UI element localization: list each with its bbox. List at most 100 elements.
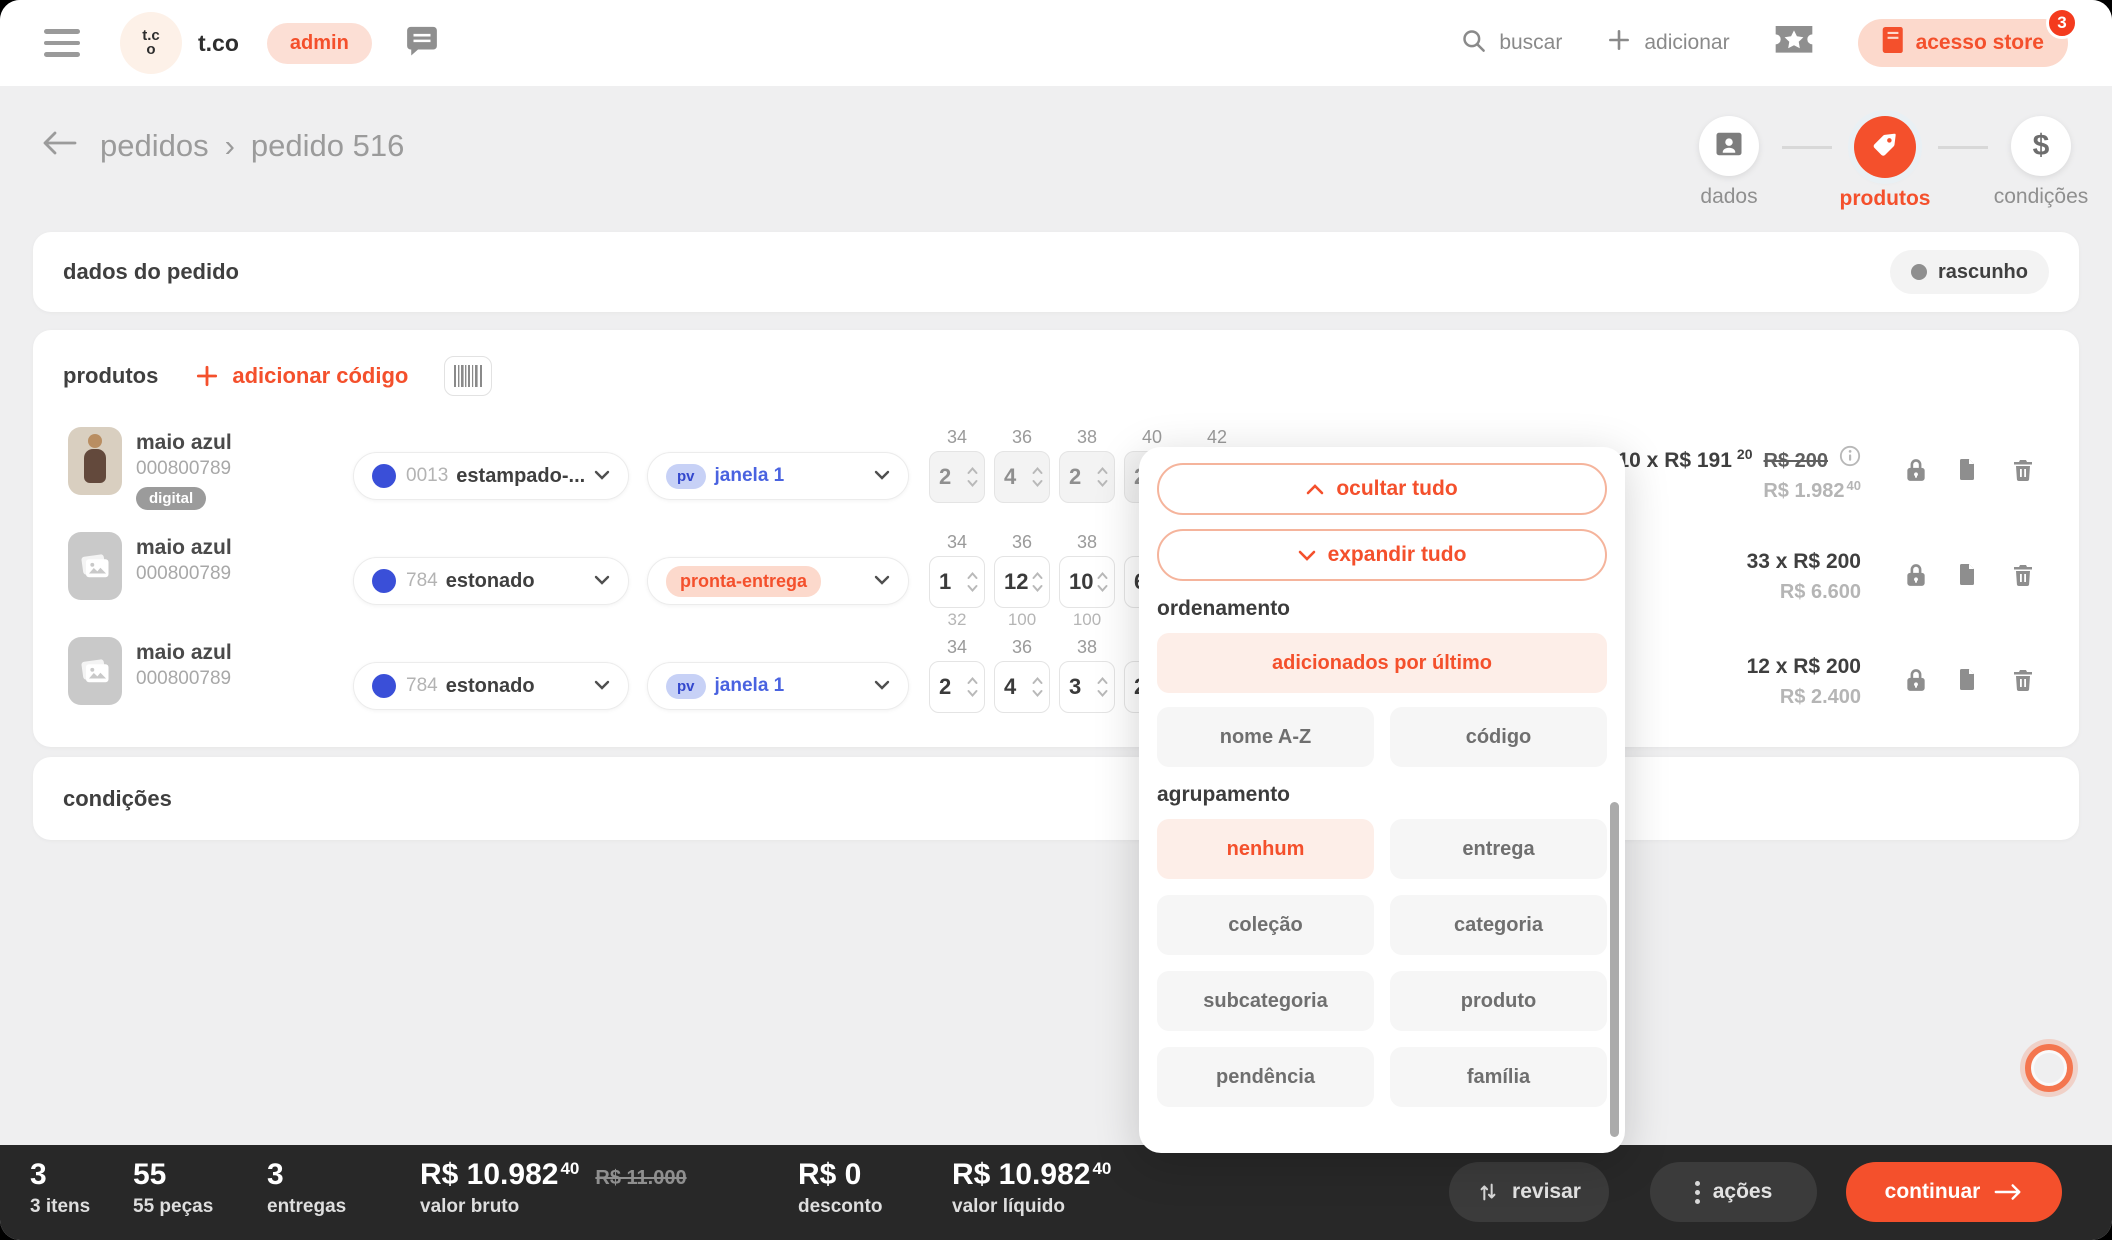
lock-button[interactable]	[1903, 455, 1929, 488]
quantity-stepper[interactable]: 3	[1059, 661, 1115, 713]
add-code-button[interactable]: adicionar código	[194, 363, 408, 389]
product-thumbnail[interactable]	[68, 427, 122, 495]
stat-label: valor bruto	[420, 1196, 687, 1218]
chat-icon[interactable]	[404, 24, 440, 63]
info-icon[interactable]	[1839, 445, 1861, 473]
store-access-label: acesso store	[1916, 31, 2044, 55]
stat-label: entregas	[267, 1196, 346, 1218]
step-dados-label: dados	[1700, 185, 1757, 209]
review-button[interactable]: revisar	[1449, 1162, 1609, 1222]
trash-button[interactable]	[2011, 665, 2035, 698]
color-swatch-icon	[372, 464, 396, 488]
admin-badge: admin	[267, 23, 372, 64]
conditions-title: condições	[63, 786, 172, 812]
trash-button[interactable]	[2011, 560, 2035, 593]
variant-select[interactable]: 0013 estampado-...	[353, 452, 629, 500]
ticket-star-icon[interactable]	[1774, 24, 1814, 63]
store-access-button[interactable]: acesso store 3	[1858, 19, 2068, 67]
unit-price: 12 x R$ 200	[1747, 655, 1861, 679]
product-thumbnail-placeholder[interactable]	[68, 637, 122, 705]
group-option-colecao[interactable]: coleção	[1157, 895, 1374, 955]
stepper-arrows-icon	[966, 464, 979, 490]
product-thumbnail-placeholder[interactable]	[68, 532, 122, 600]
trash-button[interactable]	[2011, 455, 2035, 488]
chevron-down-icon	[874, 677, 890, 695]
popover-scrollbar[interactable]	[1610, 802, 1619, 1137]
sort-option-name-az[interactable]: nome A-Z	[1157, 707, 1374, 767]
stat-value: 55	[133, 1158, 213, 1192]
quantity-stepper[interactable]: 2	[929, 661, 985, 713]
search-button[interactable]: buscar	[1460, 27, 1562, 60]
brand-logo: t.co	[138, 29, 164, 58]
brand-avatar[interactable]: t.co	[120, 12, 182, 74]
pv-chip: pv	[666, 674, 706, 699]
stepper-arrows-icon	[966, 674, 979, 700]
quantity-stepper[interactable]: 2	[1059, 451, 1115, 503]
expand-all-button[interactable]: expandir tudo	[1157, 529, 1607, 581]
size-header: 38	[1059, 637, 1115, 659]
products-card: produtos adicionar código maio azul 0008…	[33, 330, 2079, 747]
quantity-stepper[interactable]: 1	[929, 556, 985, 608]
variant-label: estonado	[446, 675, 535, 698]
model-photo	[88, 434, 102, 448]
delivery-select[interactable]: pv janela 1	[647, 662, 909, 710]
group-option-pendencia[interactable]: pendência	[1157, 1047, 1374, 1107]
product-row: maio azul 000800789 digital 0013 estampa…	[33, 425, 2079, 530]
delivery-label: janela 1	[715, 675, 785, 697]
add-button[interactable]: adicionar	[1606, 27, 1729, 59]
size-header: 38	[1059, 532, 1115, 554]
store-book-icon	[1882, 27, 1904, 59]
lock-button[interactable]	[1903, 560, 1929, 593]
variant-select[interactable]: 784 estonado	[353, 662, 629, 710]
continue-button[interactable]: continuar	[1846, 1162, 2062, 1222]
size-header: 34	[929, 637, 985, 659]
lock-button[interactable]	[1903, 665, 1929, 698]
quantity-stepper[interactable]: 10	[1059, 556, 1115, 608]
delivery-select[interactable]: pronta-entrega	[647, 557, 909, 605]
group-option-familia[interactable]: família	[1390, 1047, 1607, 1107]
group-option-entrega[interactable]: entrega	[1390, 819, 1607, 879]
sort-option-code[interactable]: código	[1390, 707, 1607, 767]
group-options: nenhum entrega coleção categoria subcate…	[1157, 819, 1607, 1107]
stepper-arrows-icon	[1096, 464, 1109, 490]
quantity-stepper[interactable]: 12	[994, 556, 1050, 608]
group-option-none[interactable]: nenhum	[1157, 819, 1374, 879]
document-button[interactable]	[1955, 560, 1979, 593]
step-dados-circle[interactable]	[1699, 116, 1759, 176]
product-name: maio azul	[136, 641, 232, 665]
collapse-all-button[interactable]: ocultar tudo	[1157, 463, 1607, 515]
delivery-select[interactable]: pv janela 1	[647, 452, 909, 500]
total-value: R$ 2.400	[1780, 686, 1861, 708]
product-code: 000800789	[136, 458, 232, 480]
size-column: 36 4	[994, 637, 1050, 713]
back-arrow-icon[interactable]	[42, 128, 78, 164]
document-button[interactable]	[1955, 665, 1979, 698]
stock-hint: 100	[994, 610, 1050, 628]
step-condicoes-circle[interactable]: $	[2011, 116, 2071, 176]
variant-select[interactable]: 784 estonado	[353, 557, 629, 605]
group-option-categoria[interactable]: categoria	[1390, 895, 1607, 955]
quantity-stepper[interactable]: 4	[994, 451, 1050, 503]
conditions-card[interactable]: condições	[33, 757, 2079, 840]
step-connector	[1938, 146, 1988, 149]
size-header: 34	[929, 427, 985, 449]
step-produtos-circle[interactable]	[1854, 116, 1916, 178]
order-stepper: dados produtos $ condições	[1676, 116, 2094, 211]
grouping-section-label: agrupamento	[1157, 783, 1607, 807]
document-button[interactable]	[1955, 455, 1979, 488]
brand-name[interactable]: t.co	[198, 30, 239, 57]
quantity-stepper[interactable]: 2	[929, 451, 985, 503]
hamburger-menu-icon[interactable]	[44, 29, 80, 57]
group-option-produto[interactable]: produto	[1390, 971, 1607, 1031]
actions-button[interactable]: ações	[1650, 1162, 1817, 1222]
barcode-scan-button[interactable]	[444, 356, 492, 396]
variant-code: 0013	[406, 465, 448, 487]
breadcrumb-section[interactable]: pedidos	[100, 128, 209, 164]
tag-icon	[1870, 130, 1900, 165]
sort-option-selected[interactable]: adicionados por último	[1157, 633, 1607, 693]
color-swatch-icon	[372, 674, 396, 698]
quantity-stepper[interactable]: 4	[994, 661, 1050, 713]
order-data-card[interactable]: dados do pedido rascunho	[33, 232, 2079, 312]
products-title: produtos	[63, 363, 158, 389]
group-option-subcategoria[interactable]: subcategoria	[1157, 971, 1374, 1031]
